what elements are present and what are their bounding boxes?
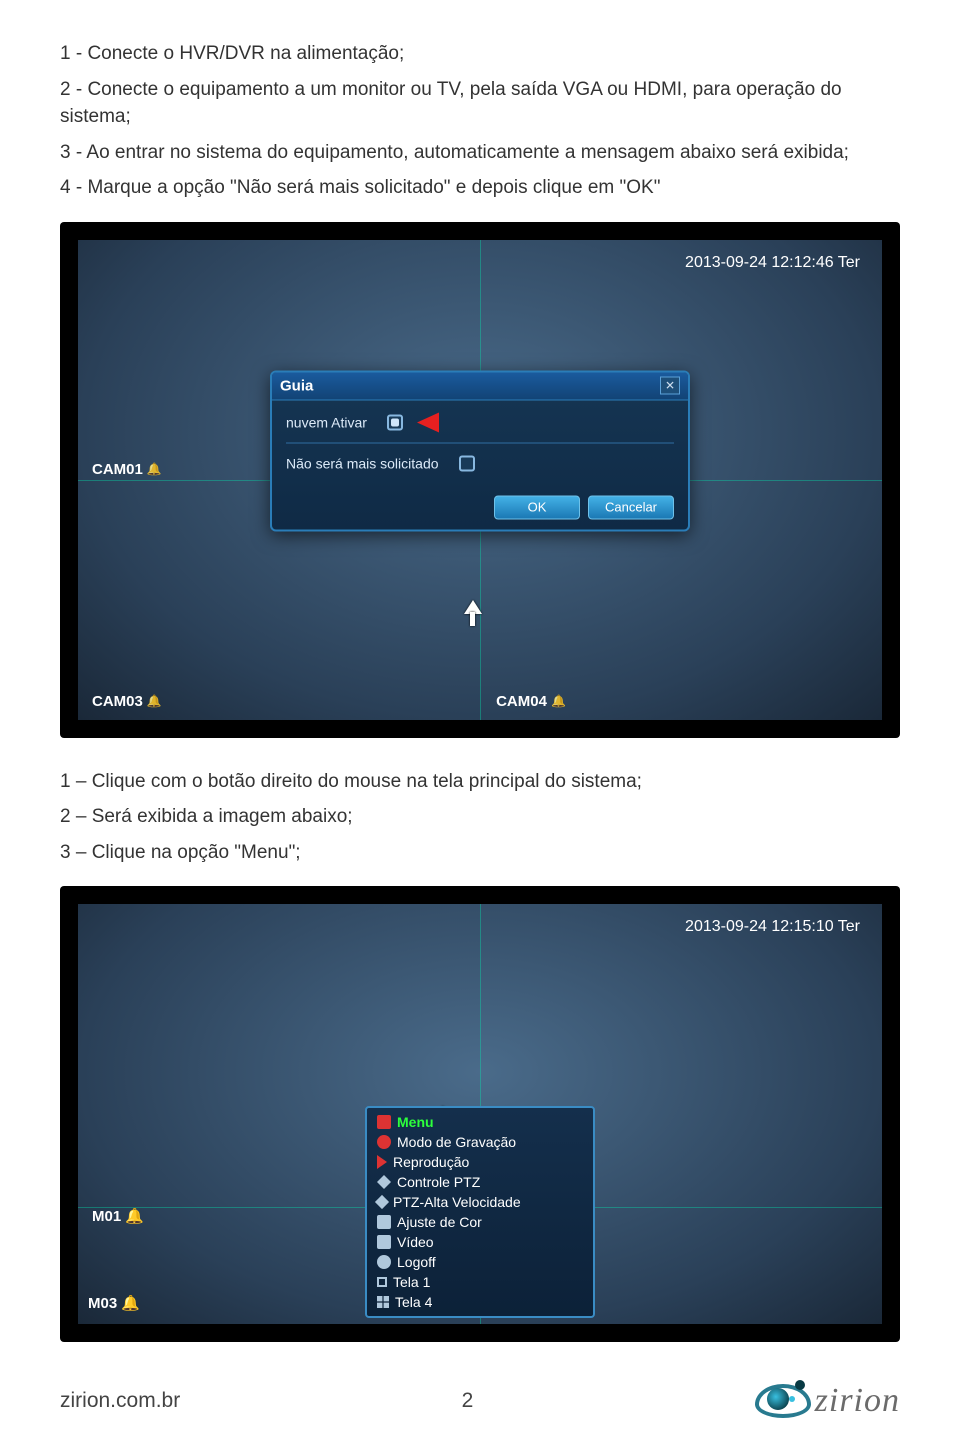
home-icon [377, 1115, 391, 1129]
bell-icon: 🔔 [551, 694, 566, 708]
red-arrow-icon [417, 412, 439, 432]
menu-item-ptz-alta-velocidade[interactable]: PTZ-Alta Velocidade [367, 1192, 593, 1212]
cursor-icon [464, 600, 486, 630]
nao-solicitado-label: Não será mais solicitado [286, 455, 439, 471]
dialog-body: nuvem Ativar Não será mais solicitado OK… [272, 400, 688, 529]
ptz-icon [377, 1175, 391, 1189]
screenshot-guia-dialog: 2013-09-24 12:12:46 Ter CAM01🔔 CAM03🔔 CA… [60, 222, 900, 738]
context-menu: Menu Modo de Gravação Reprodução Control… [365, 1106, 595, 1318]
row-nao-solicitado: Não será mais solicitado [286, 455, 674, 471]
monitor-frame-2: 2013-09-24 12:15:10 Ter M01 🔔 M03 🔔 CAM0… [60, 886, 900, 1342]
instruction-step-1: 1 - Conecte o HVR/DVR na alimentação; [60, 40, 900, 68]
bell-icon: 🔔 [125, 1208, 144, 1225]
zirion-logo: zirion [755, 1382, 900, 1420]
cam03-label: CAM03🔔 [92, 693, 162, 710]
bell-icon: 🔔 [121, 1295, 140, 1312]
cam01-label: CAM01🔔 [92, 461, 162, 478]
monitor-frame: 2013-09-24 12:12:46 Ter CAM01🔔 CAM03🔔 CA… [60, 222, 900, 738]
tela4-icon [377, 1296, 389, 1308]
dvr-screen-2: 2013-09-24 12:15:10 Ter M01 🔔 M03 🔔 CAM0… [78, 904, 882, 1324]
guia-dialog: Guia ✕ nuvem Ativar Não será mais solici… [270, 370, 690, 531]
instruction-step-b3: 3 – Clique na opção "Menu"; [60, 839, 900, 867]
page-footer: zirion.com.br 2 zirion [60, 1382, 900, 1420]
cancel-button[interactable]: Cancelar [588, 495, 674, 519]
ok-button[interactable]: OK [494, 495, 580, 519]
menu-item-modo-gravacao[interactable]: Modo de Gravação [367, 1132, 593, 1152]
dialog-titlebar: Guia ✕ [272, 372, 688, 400]
instruction-step-b1: 1 – Clique com o botão direito do mouse … [60, 768, 900, 796]
bell-icon: 🔔 [147, 694, 162, 708]
menu-item-reproducao[interactable]: Reprodução [367, 1152, 593, 1172]
screenshot-context-menu: 2013-09-24 12:15:10 Ter M01 🔔 M03 🔔 CAM0… [60, 886, 900, 1342]
bell-icon: 🔔 [147, 462, 162, 476]
dialog-buttons: OK Cancelar [494, 495, 674, 519]
instruction-step-4: 4 - Marque a opção "Não será mais solici… [60, 174, 900, 202]
menu-item-controle-ptz[interactable]: Controle PTZ [367, 1172, 593, 1192]
menu-item-menu[interactable]: Menu [367, 1112, 593, 1132]
menu-item-logoff[interactable]: Logoff [367, 1252, 593, 1272]
menu-item-tela-1[interactable]: Tela 1 [367, 1272, 593, 1292]
menu-item-ajuste-cor[interactable]: Ajuste de Cor [367, 1212, 593, 1232]
nao-solicitado-checkbox[interactable] [459, 455, 475, 471]
eye-icon [755, 1384, 811, 1418]
dialog-divider [286, 442, 674, 443]
video-icon [377, 1235, 391, 1249]
close-icon[interactable]: ✕ [660, 377, 680, 395]
timestamp-label: 2013-09-24 12:12:46 Ter [685, 254, 860, 272]
instruction-step-b2: 2 – Será exibida a imagem abaixo; [60, 803, 900, 831]
footer-url: zirion.com.br [60, 1389, 180, 1413]
color-icon [377, 1215, 391, 1229]
page-number: 2 [462, 1389, 474, 1413]
cam04-label: CAM04🔔 [496, 693, 566, 710]
menu-item-video[interactable]: Vídeo [367, 1232, 593, 1252]
row-nuvem-ativar: nuvem Ativar [286, 412, 674, 432]
speed-icon [375, 1195, 389, 1209]
timestamp-label-2: 2013-09-24 12:15:10 Ter [685, 918, 860, 936]
tela1-icon [377, 1277, 387, 1287]
logoff-icon [377, 1255, 391, 1269]
cam01-label-2: M01 🔔 [92, 1207, 144, 1225]
dialog-title: Guia [280, 377, 313, 394]
cam03-label-2: M03 🔔 [88, 1294, 140, 1312]
nuvem-ativar-label: nuvem Ativar [286, 414, 367, 430]
instruction-step-3: 3 - Ao entrar no sistema do equipamento,… [60, 139, 900, 167]
dvr-screen: 2013-09-24 12:12:46 Ter CAM01🔔 CAM03🔔 CA… [78, 240, 882, 720]
play-icon [377, 1155, 387, 1169]
record-icon [377, 1135, 391, 1149]
instruction-step-2: 2 - Conecte o equipamento a um monitor o… [60, 76, 900, 131]
nuvem-ativar-checkbox[interactable] [387, 414, 403, 430]
logo-text: zirion [815, 1382, 900, 1420]
menu-item-tela-4[interactable]: Tela 4 [367, 1292, 593, 1312]
